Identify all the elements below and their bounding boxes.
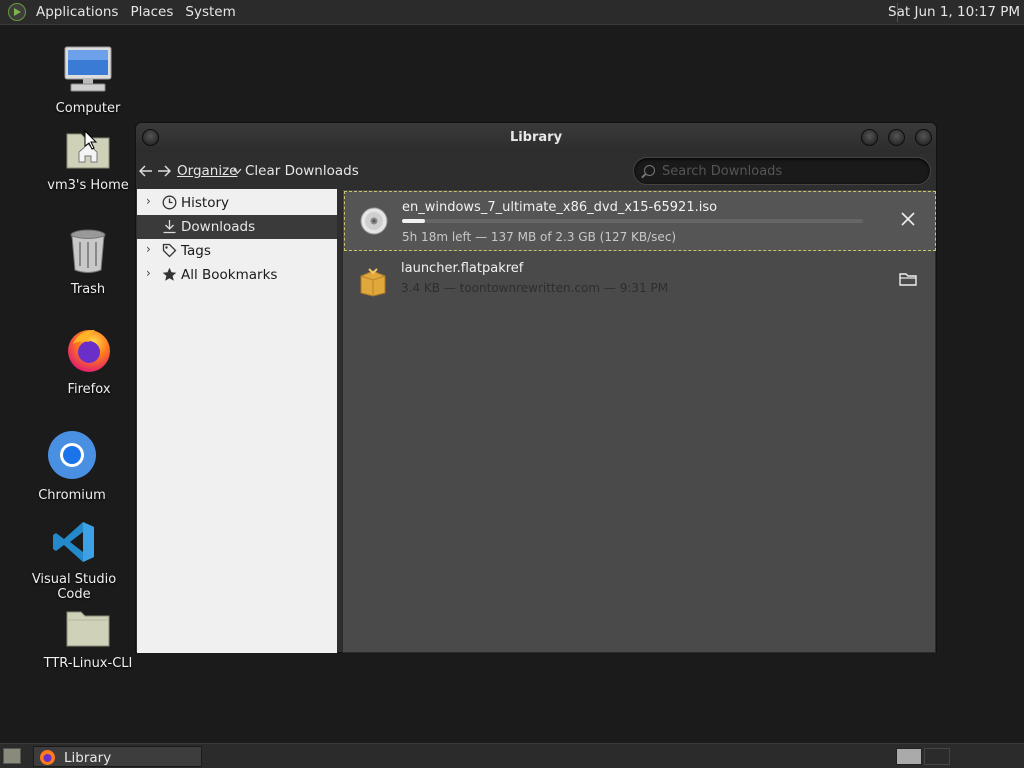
computer-icon	[28, 45, 148, 97]
library-window: Library Organize Clear Downloads Search …	[135, 122, 937, 653]
library-sidebar: › History Downloads › Tags › All Bookmar…	[137, 189, 337, 653]
forward-arrow-icon[interactable]	[157, 165, 171, 177]
download-item-flatpakref[interactable]: launcher.flatpakref 3.4 KB — toontownrew…	[344, 253, 936, 313]
sidebar-item-tags[interactable]: › Tags	[137, 239, 337, 263]
disc-icon	[360, 207, 388, 235]
sidebar-item-downloads[interactable]: Downloads	[137, 215, 337, 239]
cancel-download-button[interactable]	[899, 210, 917, 228]
download-filename: en_windows_7_ultimate_x86_dvd_x15-65921.…	[402, 200, 718, 215]
package-icon	[360, 268, 386, 297]
sidebar-item-label: Downloads	[181, 219, 256, 235]
desktop-icon-label: Firefox	[67, 382, 111, 397]
download-item-iso[interactable]: en_windows_7_ultimate_x86_dvd_x15-65921.…	[344, 191, 936, 251]
taskbar-item-label: Library	[64, 750, 112, 766]
menu-applications[interactable]: Applications	[36, 4, 118, 20]
taskbar-item-library[interactable]: Library	[33, 746, 202, 767]
download-status: 3.4 KB — toontownrewritten.com — 9:31 PM	[401, 281, 669, 295]
window-title: Library	[509, 130, 563, 145]
sidebar-item-label: All Bookmarks	[181, 267, 278, 283]
window-menu-button[interactable]	[142, 129, 159, 146]
tag-icon	[162, 243, 177, 258]
chromium-icon	[12, 430, 132, 484]
downloads-list: en_windows_7_ultimate_x86_dvd_x15-65921.…	[342, 189, 936, 653]
expand-arrow-icon[interactable]: ›	[146, 194, 151, 208]
desktop-icon-trash[interactable]: Trash	[28, 228, 148, 297]
maximize-button[interactable]	[888, 129, 905, 146]
vscode-icon	[14, 520, 134, 568]
clock-icon	[162, 195, 177, 210]
desktop-icon-label: vm3's Home	[47, 178, 129, 193]
library-toolbar: Organize Clear Downloads Search Download…	[136, 153, 936, 189]
sidebar-item-label: History	[181, 195, 230, 211]
sidebar-item-label: Tags	[181, 243, 211, 259]
download-icon	[163, 220, 176, 234]
desktop-icon-label: Trash	[70, 282, 106, 297]
star-icon	[162, 267, 177, 281]
minimize-button[interactable]	[861, 129, 878, 146]
search-input[interactable]: Search Downloads	[633, 157, 931, 185]
close-button[interactable]	[915, 129, 932, 146]
expand-arrow-icon[interactable]: ›	[146, 266, 151, 280]
search-icon	[644, 165, 655, 176]
workspace-1-button[interactable]	[896, 748, 922, 765]
open-folder-button[interactable]	[898, 270, 918, 288]
back-arrow-icon[interactable]	[139, 165, 153, 177]
organize-menu-button[interactable]: Organize	[177, 163, 237, 179]
clear-downloads-button[interactable]: Clear Downloads	[245, 163, 359, 179]
mouse-cursor-icon	[84, 130, 98, 150]
search-placeholder: Search Downloads	[662, 164, 783, 179]
folder-icon	[28, 608, 148, 652]
trash-icon	[28, 228, 148, 278]
download-progress-bar	[402, 219, 863, 223]
download-status: 5h 18m left — 137 MB of 2.3 GB (127 KB/s…	[402, 230, 677, 244]
firefox-icon	[29, 326, 149, 378]
desktop-icon-label: TTR-Linux-CLI	[43, 656, 133, 671]
desktop-icon-vscode[interactable]: Visual Studio Code	[14, 520, 134, 602]
firefox-icon	[40, 750, 55, 765]
sidebar-item-history[interactable]: › History	[137, 191, 337, 215]
desktop-icon-label: Chromium	[38, 488, 106, 503]
bottom-taskbar: Library	[0, 743, 1024, 768]
download-progress-fill	[402, 219, 426, 223]
sidebar-item-all-bookmarks[interactable]: › All Bookmarks	[137, 263, 337, 287]
top-panel: Applications Places System Sat Jun 1, 10…	[0, 0, 1024, 25]
desktop-icon-chromium[interactable]: Chromium	[12, 430, 132, 503]
clock[interactable]: Sat Jun 1, 10:17 PM	[888, 4, 1020, 20]
menu-system[interactable]: System	[185, 4, 235, 20]
window-titlebar[interactable]: Library	[136, 123, 936, 153]
desktop-icon-computer[interactable]: Computer	[28, 45, 148, 116]
menu-places[interactable]: Places	[130, 4, 173, 20]
desktop-icon-label: Computer	[55, 101, 121, 116]
chevron-down-icon[interactable]	[233, 168, 242, 174]
desktop-icon-firefox[interactable]: Firefox	[29, 326, 149, 397]
download-filename: launcher.flatpakref	[401, 261, 524, 276]
expand-arrow-icon[interactable]: ›	[146, 242, 151, 256]
menu-logo-icon[interactable]	[8, 3, 26, 21]
desktop-icon-label: Visual Studio Code	[31, 572, 117, 602]
show-desktop-button[interactable]	[3, 748, 21, 764]
desktop-icon-ttr-linux-cli[interactable]: TTR-Linux-CLI	[28, 608, 148, 671]
workspace-2-button[interactable]	[924, 748, 950, 765]
